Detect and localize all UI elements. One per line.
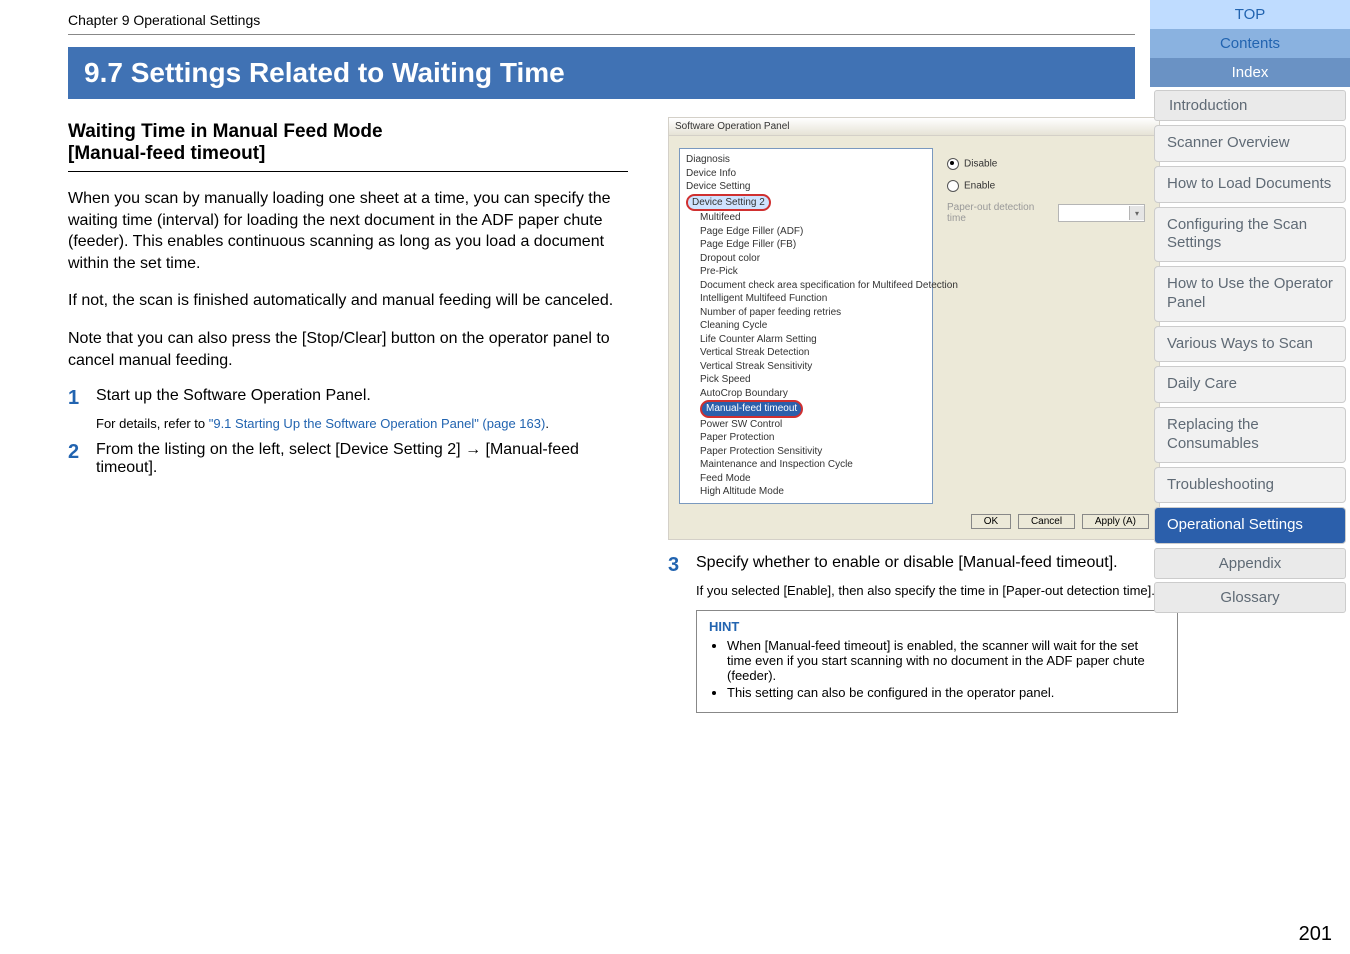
body-p3: Note that you can also press the [Stop/C… xyxy=(68,328,628,371)
radio-enable[interactable] xyxy=(947,180,959,192)
tree-vs-detect[interactable]: Vertical Streak Detection xyxy=(700,346,926,360)
nav-appendix[interactable]: Appendix xyxy=(1154,548,1346,579)
tree-page-edge-fb[interactable]: Page Edge Filler (FB) xyxy=(700,238,926,252)
chevron-down-icon: ▾ xyxy=(1129,206,1144,220)
right-nav: TOP Contents Index Introduction Scanner … xyxy=(1150,0,1350,616)
nav-top[interactable]: TOP xyxy=(1150,0,1350,29)
tree-paper-prot-sens[interactable]: Paper Protection Sensitivity xyxy=(700,445,926,459)
nav-replacing-consumables[interactable]: Replacing the Consumables xyxy=(1154,407,1346,463)
paper-out-dropdown[interactable]: ▾ xyxy=(1058,204,1145,222)
hint-box: HINT When [Manual-feed timeout] is enabl… xyxy=(696,610,1178,713)
tree-doc-check[interactable]: Document check area specification for Mu… xyxy=(700,279,926,293)
nav-ways-to-scan[interactable]: Various Ways to Scan xyxy=(1154,326,1346,363)
hint-bullet-2: This setting can also be configured in t… xyxy=(727,685,1165,700)
tree-vs-sens[interactable]: Vertical Streak Sensitivity xyxy=(700,360,926,374)
step-1-number: 1 xyxy=(68,387,96,410)
page-number: 201 xyxy=(1299,923,1332,946)
tree-num-retries[interactable]: Number of paper feeding retries xyxy=(700,306,926,320)
step-2-number: 2 xyxy=(68,441,96,477)
radio-disable[interactable] xyxy=(947,158,959,170)
nav-scanner-overview[interactable]: Scanner Overview xyxy=(1154,125,1346,162)
tree-feed-mode[interactable]: Feed Mode xyxy=(700,472,926,486)
nav-operational-settings[interactable]: Operational Settings xyxy=(1154,507,1346,544)
sop-tree[interactable]: Diagnosis Device Info Device Setting Dev… xyxy=(679,148,933,504)
ok-button[interactable]: OK xyxy=(971,514,1011,529)
step-2-text: From the listing on the left, select [De… xyxy=(96,441,628,477)
tree-device-setting[interactable]: Device Setting xyxy=(686,180,926,194)
tree-int-mf[interactable]: Intelligent Multifeed Function xyxy=(700,292,926,306)
tree-diagnosis[interactable]: Diagnosis xyxy=(686,153,926,167)
nav-troubleshooting[interactable]: Troubleshooting xyxy=(1154,467,1346,504)
tree-cleaning[interactable]: Cleaning Cycle xyxy=(700,319,926,333)
sop-title-bar: Software Operation Panel xyxy=(669,118,1159,136)
tree-maint[interactable]: Maintenance and Inspection Cycle xyxy=(700,458,926,472)
tree-multifeed[interactable]: Multifeed xyxy=(700,211,926,225)
tree-life-counter[interactable]: Life Counter Alarm Setting xyxy=(700,333,926,347)
step-1-text: Start up the Software Operation Panel. xyxy=(96,387,371,410)
step-3-number: 3 xyxy=(668,554,696,577)
tree-page-edge-adf[interactable]: Page Edge Filler (ADF) xyxy=(700,225,926,239)
apply-button[interactable]: Apply (A) xyxy=(1082,514,1149,529)
nav-index[interactable]: Index xyxy=(1150,58,1350,87)
tree-high-alt[interactable]: High Altitude Mode xyxy=(700,485,926,499)
link-start-sop[interactable]: "9.1 Starting Up the Software Operation … xyxy=(209,416,546,431)
body-p2: If not, the scan is finished automatical… xyxy=(68,290,628,312)
tree-autocrop[interactable]: AutoCrop Boundary xyxy=(700,387,926,401)
tree-device-setting-2[interactable]: Device Setting 2 xyxy=(686,194,771,212)
step-1-detail-lead: For details, refer to xyxy=(96,416,209,431)
tree-dropout[interactable]: Dropout color xyxy=(700,252,926,266)
sub-heading-line2: [Manual-feed timeout] xyxy=(68,143,265,164)
step-3-text: Specify whether to enable or disable [Ma… xyxy=(696,554,1118,577)
tree-pick-speed[interactable]: Pick Speed xyxy=(700,373,926,387)
radio-enable-label: Enable xyxy=(964,181,995,192)
nav-scan-settings[interactable]: Configuring the Scan Settings xyxy=(1154,207,1346,263)
tree-device-info[interactable]: Device Info xyxy=(686,167,926,181)
tree-power-sw[interactable]: Power SW Control xyxy=(700,418,926,432)
nav-load-documents[interactable]: How to Load Documents xyxy=(1154,166,1346,203)
tree-paper-prot[interactable]: Paper Protection xyxy=(700,431,926,445)
nav-operator-panel[interactable]: How to Use the Operator Panel xyxy=(1154,266,1346,322)
step-3-detail: If you selected [Enable], then also spec… xyxy=(696,583,1178,598)
nav-glossary[interactable]: Glossary xyxy=(1154,582,1346,613)
body-p1: When you scan by manually loading one sh… xyxy=(68,188,628,274)
nav-contents[interactable]: Contents xyxy=(1150,29,1350,58)
screenshot-sop-window: Software Operation Panel Diagnosis Devic… xyxy=(668,117,1160,540)
nav-introduction[interactable]: Introduction xyxy=(1154,90,1346,121)
divider xyxy=(68,34,1135,35)
hint-title: HINT xyxy=(709,619,1165,634)
sub-underline xyxy=(68,171,628,172)
paper-out-label: Paper-out detection time xyxy=(947,202,1050,224)
step-1-detail-tail: . xyxy=(545,416,549,431)
sub-heading: Waiting Time in Manual Feed Mode [Manual… xyxy=(68,121,628,165)
cancel-button[interactable]: Cancel xyxy=(1018,514,1075,529)
hint-bullet-1: When [Manual-feed timeout] is enabled, t… xyxy=(727,638,1165,683)
radio-disable-label: Disable xyxy=(964,159,997,170)
tree-manual-feed[interactable]: Manual-feed timeout xyxy=(700,400,803,418)
tree-prepick[interactable]: Pre-Pick xyxy=(700,265,926,279)
section-title: 9.7 Settings Related to Waiting Time xyxy=(68,47,1135,99)
sub-heading-line1: Waiting Time in Manual Feed Mode xyxy=(68,121,383,142)
nav-daily-care[interactable]: Daily Care xyxy=(1154,366,1346,403)
